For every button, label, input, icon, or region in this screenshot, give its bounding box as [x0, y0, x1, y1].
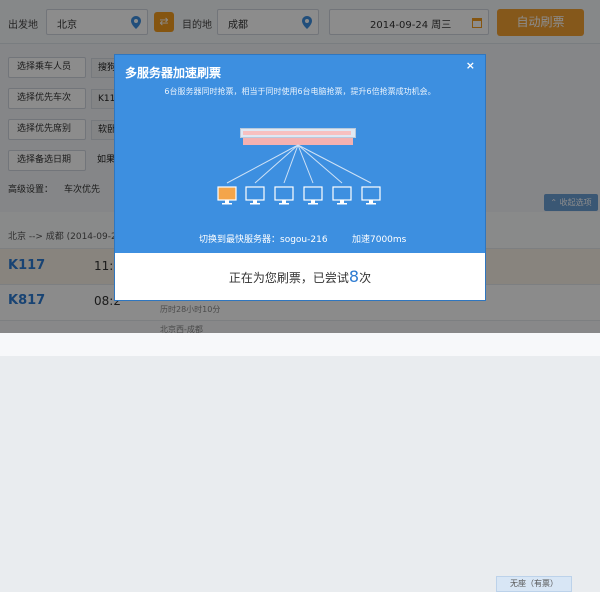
monitor-icon [245, 186, 265, 205]
status-suffix: 次 [359, 271, 372, 285]
monitor-icon-active [217, 186, 237, 205]
refresh-status: 正在为您刷票，已尝试8次 [115, 253, 485, 300]
multi-server-dialog: 多服务器加速刷票 × 6台服务器同时抢票，相当于同时使用6台电脑抢票，提升6倍抢… [115, 55, 485, 300]
monitor-icon [361, 186, 381, 205]
monitor-icon [274, 186, 294, 205]
monitor-icon [303, 186, 323, 205]
status-prefix: 正在为您刷票，已尝试 [228, 271, 349, 285]
monitor-icon [332, 186, 352, 205]
no-seat-badge[interactable]: 无座（有票） [496, 576, 572, 592]
fastest-server-text: 切换到最快服务器：sogou-216 [199, 235, 328, 245]
speedup-text: 加速7000ms [352, 235, 407, 245]
attempt-count: 8 [348, 267, 360, 286]
